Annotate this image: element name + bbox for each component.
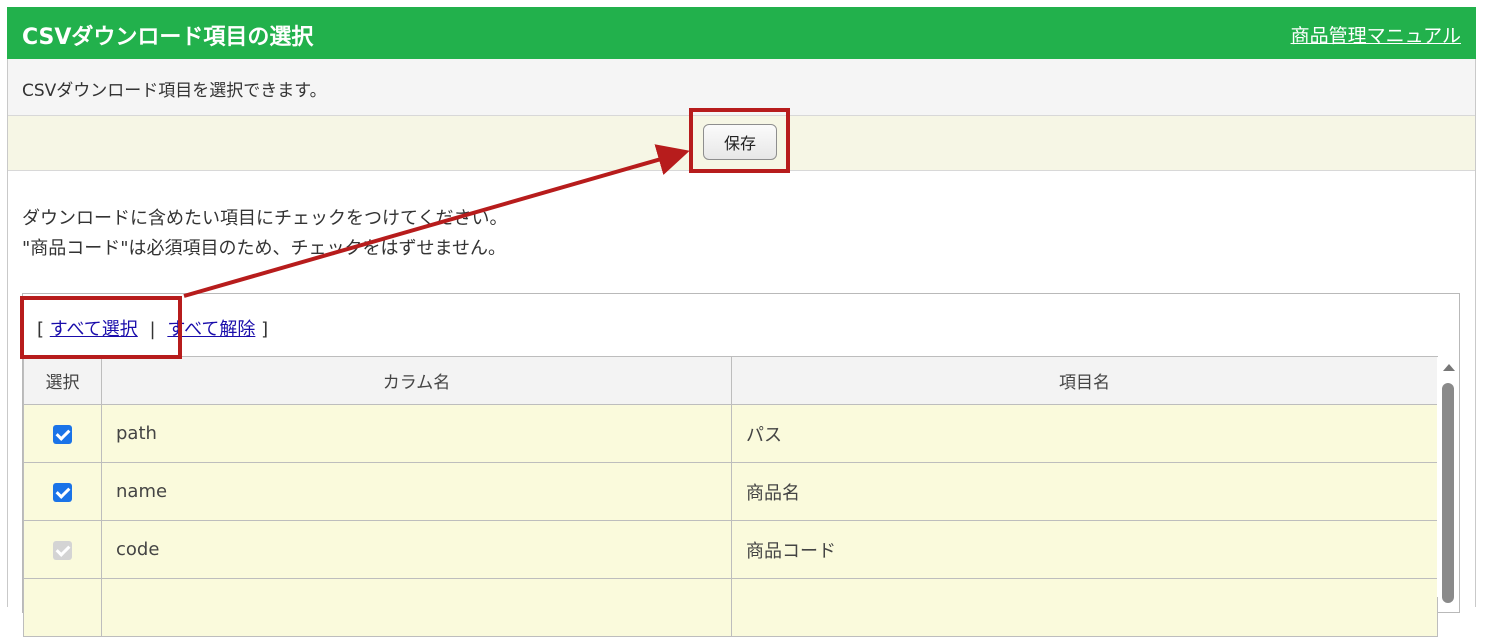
bracket-open: [: [37, 319, 45, 340]
header-column-name: カラム名: [101, 356, 732, 405]
select-links: [ すべて選択 | すべて解除 ]: [37, 315, 268, 341]
select-cell: [23, 462, 102, 521]
column-name-cell: [101, 578, 732, 637]
bracket-close: ]: [261, 319, 269, 340]
header-item-name: 項目名: [731, 356, 1438, 405]
item-name-cell: パス: [731, 404, 1438, 463]
manual-link[interactable]: 商品管理マニュアル: [1291, 21, 1461, 48]
select-cell: [23, 520, 102, 579]
table-header-row: 選択 カラム名 項目名: [23, 356, 1438, 405]
column-table: 選択 カラム名 項目名 path パス name 商品名 code 商品コード: [23, 356, 1438, 637]
table-row: path パス: [23, 404, 1438, 463]
table-row: code 商品コード: [23, 520, 1438, 579]
required-note-text: "商品コード"は必須項目のため、チェックをはずせません。: [22, 238, 507, 259]
header-select: 選択: [23, 356, 102, 405]
item-name-cell: 商品名: [731, 462, 1438, 521]
select-cell: [23, 578, 102, 637]
instruction-text: ダウンロードに含めたい項目にチェックをつけてください。: [22, 208, 508, 229]
table-row: name 商品名: [23, 462, 1438, 521]
row-checkbox[interactable]: [53, 424, 72, 444]
scroll-up-arrow-icon[interactable]: [1443, 364, 1455, 371]
save-button[interactable]: 保存: [703, 124, 777, 160]
column-name-cell: name: [101, 462, 732, 521]
select-all-link[interactable]: すべて選択: [50, 319, 138, 340]
page-header: CSVダウンロード項目の選択 商品管理マニュアル: [7, 7, 1476, 59]
table-row: [23, 578, 1438, 637]
item-name-cell: 商品コード: [731, 520, 1438, 579]
row-checkbox-disabled: [53, 540, 72, 560]
description-bar: CSVダウンロード項目を選択できます。: [8, 59, 1475, 116]
scroll-thumb[interactable]: [1442, 383, 1454, 603]
column-name-cell: path: [101, 404, 732, 463]
row-checkbox[interactable]: [53, 482, 72, 502]
link-separator: |: [149, 319, 156, 340]
select-cell: [23, 404, 102, 463]
column-name-cell: code: [101, 520, 732, 579]
deselect-all-link[interactable]: すべて解除: [167, 319, 255, 340]
item-name-cell: [731, 578, 1438, 637]
page-title: CSVダウンロード項目の選択: [22, 25, 314, 50]
description-text: CSVダウンロード項目を選択できます。: [22, 81, 327, 101]
